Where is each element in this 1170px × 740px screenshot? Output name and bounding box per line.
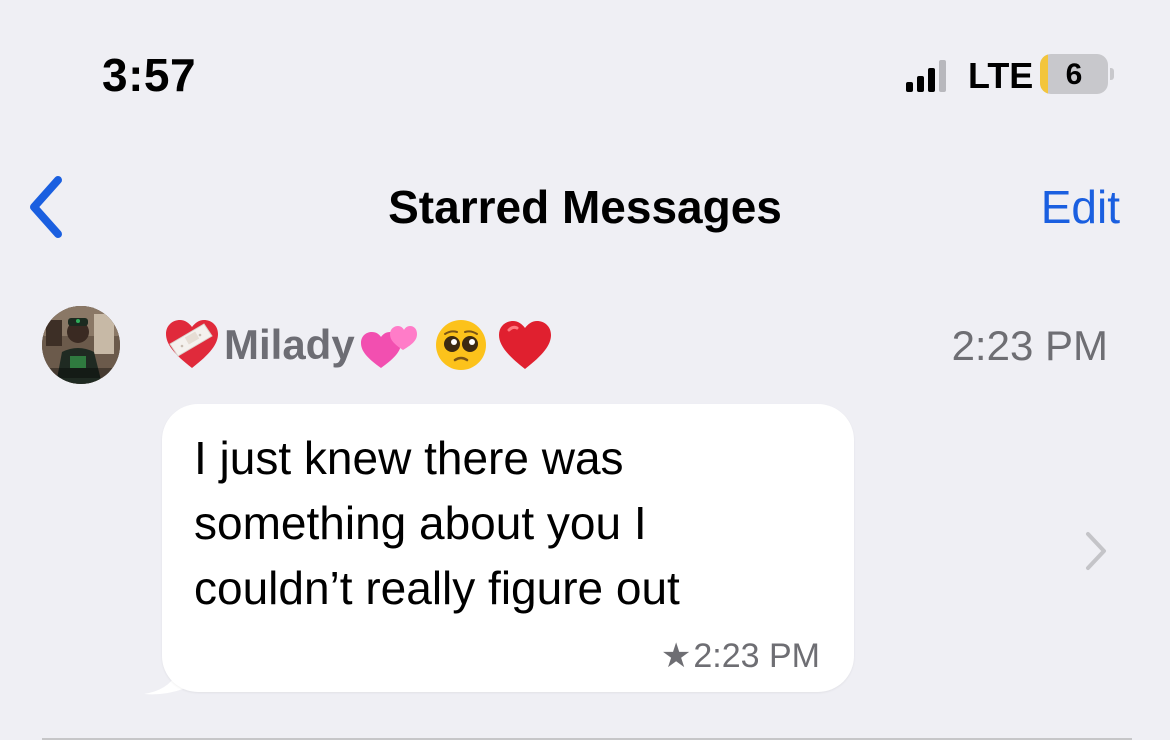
battery-icon: 6	[1040, 54, 1108, 94]
battery-cap	[1110, 68, 1114, 80]
avatar[interactable]	[42, 306, 120, 384]
message-bubble[interactable]: I just knew there was something about yo…	[162, 404, 854, 692]
sender-name: Milady	[224, 321, 355, 368]
starred-time: 2:23 PM	[693, 636, 820, 675]
message-timestamp: 2:23 PM	[951, 322, 1108, 369]
message-text: I just knew there was something about yo…	[194, 432, 680, 614]
sender-row: Milady	[164, 314, 553, 376]
starred-message-item[interactable]: Milady 2:23 PM I just knew there was som…	[0, 290, 1170, 730]
red-heart-icon	[498, 321, 551, 369]
starred-meta: ★ 2:23 PM	[661, 636, 820, 676]
star-icon: ★	[660, 637, 692, 675]
pleading-face-icon	[435, 320, 486, 370]
chevron-right-icon[interactable]	[1082, 528, 1112, 574]
battery-level: 6	[1065, 58, 1083, 91]
page-title: Starred Messages	[388, 181, 782, 233]
navigation-bar: Starred Messages Edit	[0, 150, 1170, 260]
edit-button[interactable]: Edit	[1041, 180, 1120, 234]
status-time: 3:57	[102, 49, 197, 101]
status-bar: 3:57 LTE 6	[0, 0, 1170, 140]
cellular-signal-icon	[906, 60, 946, 92]
network-type: LTE	[968, 55, 1034, 96]
heart-with-bandage-icon	[166, 320, 218, 368]
avatar-image	[42, 306, 120, 384]
two-hearts-icon	[360, 326, 417, 368]
